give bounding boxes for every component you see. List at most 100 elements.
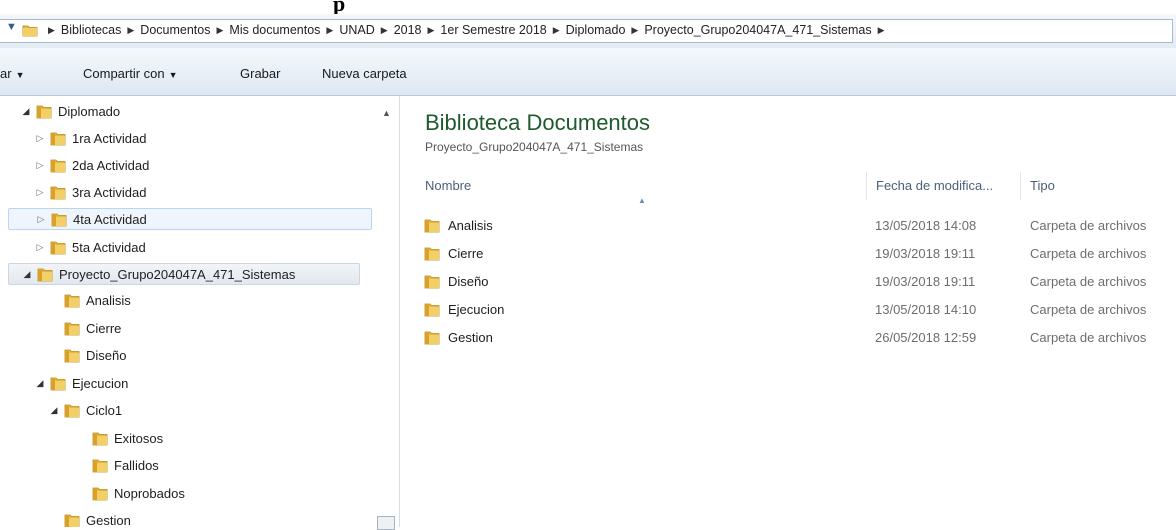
collapsed-arrow-icon[interactable]: ▷ bbox=[34, 187, 46, 198]
column-header-type[interactable]: Tipo bbox=[1030, 178, 1055, 193]
folder-icon bbox=[51, 213, 67, 226]
folder-icon bbox=[50, 241, 66, 254]
tree-item-exitosos[interactable]: Exitosos bbox=[76, 427, 163, 449]
file-type: Carpeta de archivos bbox=[1030, 330, 1147, 345]
organize-menu[interactable]: ar ▼ bbox=[0, 66, 24, 81]
expanded-arrow-icon[interactable]: ◢ bbox=[34, 378, 46, 389]
file-name-cell: Cierre bbox=[424, 246, 483, 261]
tree-item-5ta-actividad[interactable]: ▷ 5ta Actividad bbox=[34, 236, 146, 258]
chevron-down-icon: ▼ bbox=[15, 70, 25, 80]
breadcrumb-item[interactable]: UNAD bbox=[339, 23, 374, 37]
column-divider[interactable] bbox=[1020, 172, 1021, 200]
tree-item-ejecucion[interactable]: ◢ Ejecucion bbox=[34, 372, 129, 394]
column-header-date[interactable]: Fecha de modifica... bbox=[876, 178, 993, 193]
cropped-heading-glyph: p bbox=[333, 0, 346, 14]
folder-icon bbox=[92, 487, 108, 500]
breadcrumb-separator-icon[interactable]: ▶ bbox=[428, 25, 435, 36]
tree-item-label: Diseño bbox=[86, 347, 127, 363]
tree-item-2da-actividad[interactable]: ▷ 2da Actividad bbox=[34, 154, 150, 176]
tree-item-analisis[interactable]: Analisis bbox=[48, 289, 131, 311]
breadcrumb-separator-icon[interactable]: ▶ bbox=[553, 25, 560, 36]
column-header-name[interactable]: Nombre bbox=[425, 178, 471, 193]
file-row[interactable]: Ejecucion 13/05/2018 14:10 Carpeta de arch… bbox=[420, 299, 1176, 321]
nav-arrow-icon[interactable]: ▼ bbox=[6, 21, 17, 33]
file-row[interactable]: Cierre 19/03/2018 19:11 Carpeta de archivo… bbox=[420, 243, 1176, 265]
file-name-cell: Gestion bbox=[424, 330, 493, 345]
folder-icon bbox=[50, 159, 66, 172]
file-date: 26/05/2018 12:59 bbox=[875, 330, 977, 345]
file-name: Ejecucion bbox=[448, 302, 505, 317]
breadcrumb-item[interactable]: Diplomado bbox=[566, 23, 626, 37]
breadcrumb-item[interactable]: Bibliotecas bbox=[61, 23, 121, 37]
tree-item-noprobados[interactable]: Noprobados bbox=[76, 482, 185, 504]
file-row[interactable]: Analisis 13/05/2018 14:08 Carpeta de archi… bbox=[420, 215, 1176, 237]
navigation-pane[interactable]: ◢ Diplomado ▷ 1ra Actividad ▷ 2da Actividad ▷ 3… bbox=[0, 96, 400, 527]
breadcrumb-item[interactable]: Proyecto_Grupo204047A_471_Sistemas bbox=[644, 23, 871, 37]
scroll-thumb[interactable] bbox=[377, 516, 395, 530]
tree-item-label: Cierre bbox=[86, 320, 122, 336]
file-name-cell: Ejecucion bbox=[424, 302, 504, 317]
breadcrumb[interactable]: ▼ ▶ Bibliotecas ▶ Documentos ▶ Mis documentos… bbox=[0, 19, 1173, 43]
folder-icon bbox=[424, 303, 440, 317]
breadcrumb-separator-icon[interactable]: ▶ bbox=[878, 25, 885, 36]
tree-item-label: 1ra Actividad bbox=[72, 130, 147, 146]
breadcrumb-separator-icon[interactable]: ▶ bbox=[381, 25, 388, 36]
expanded-arrow-icon[interactable]: ◢ bbox=[21, 269, 33, 280]
tree-item-label: 2da Actividad bbox=[72, 157, 150, 173]
tree-item-label: Noprobados bbox=[114, 485, 185, 501]
burn-button[interactable]: Grabar bbox=[240, 66, 280, 81]
expanded-arrow-icon[interactable]: ◢ bbox=[20, 106, 32, 117]
breadcrumb-separator-icon[interactable]: ▶ bbox=[631, 25, 638, 36]
tree-item-3ra-actividad[interactable]: ▷ 3ra Actividad bbox=[34, 181, 147, 203]
file-name: Gestion bbox=[448, 330, 493, 345]
column-divider[interactable] bbox=[866, 172, 867, 200]
breadcrumb-item[interactable]: Mis documentos bbox=[229, 23, 320, 37]
file-row[interactable]: Gestion 26/05/2018 12:59 Carpeta de archiv… bbox=[420, 327, 1176, 349]
tree-item-label: Gestion bbox=[86, 512, 131, 528]
breadcrumb-separator-icon[interactable]: ▶ bbox=[216, 25, 223, 36]
tree-item-proyecto-grupo204047a-471-sistemas[interactable]: ◢ Proyecto_Grupo204047A_471_Sistemas bbox=[8, 263, 360, 285]
folder-icon bbox=[37, 268, 53, 281]
file-name-cell: Analisis bbox=[424, 218, 493, 233]
breadcrumb-item[interactable]: 1er Semestre 2018 bbox=[440, 23, 546, 37]
tree-item-label: Analisis bbox=[86, 292, 131, 308]
tree-item-1ra-actividad[interactable]: ▷ 1ra Actividad bbox=[34, 127, 147, 149]
address-bar: ▼ ▶ Bibliotecas ▶ Documentos ▶ Mis documentos… bbox=[0, 14, 1176, 49]
share-label: Compartir con bbox=[83, 66, 165, 81]
collapsed-arrow-icon[interactable]: ▷ bbox=[34, 160, 46, 171]
tree-item-gestion[interactable]: Gestion bbox=[48, 509, 131, 527]
breadcrumb-separator-icon[interactable]: ▶ bbox=[326, 25, 333, 36]
breadcrumb-separator-icon[interactable]: ▶ bbox=[48, 25, 55, 36]
collapsed-arrow-icon[interactable]: ▷ bbox=[35, 214, 47, 225]
file-list-pane: Biblioteca Documentos Proyecto_Grupo2040… bbox=[400, 96, 1176, 527]
file-row[interactable]: Diseño 19/03/2018 19:11 Carpeta de archivo… bbox=[420, 271, 1176, 293]
tree-item-fallidos[interactable]: Fallidos bbox=[76, 454, 159, 476]
tree-item-label: 3ra Actividad bbox=[72, 184, 147, 200]
breadcrumb-item[interactable]: 2018 bbox=[394, 23, 422, 37]
nav-scrollbar[interactable]: ▲ bbox=[373, 96, 399, 530]
tree-item-label: Proyecto_Grupo204047A_471_Sistemas bbox=[59, 266, 296, 282]
tree-item-dise-o[interactable]: Diseño bbox=[48, 344, 126, 366]
file-date: 13/05/2018 14:08 bbox=[875, 218, 977, 233]
new-folder-button[interactable]: Nueva carpeta bbox=[322, 66, 407, 81]
expanded-arrow-icon[interactable]: ◢ bbox=[48, 405, 60, 416]
tree-item-4ta-actividad[interactable]: ▷ 4ta Actividad bbox=[8, 208, 372, 230]
folder-icon bbox=[424, 275, 440, 289]
scroll-up-icon[interactable]: ▲ bbox=[382, 108, 391, 118]
breadcrumb-separator-icon[interactable]: ▶ bbox=[127, 25, 134, 36]
tree-item-cierre[interactable]: Cierre bbox=[48, 317, 121, 339]
folder-icon bbox=[424, 219, 440, 233]
collapsed-arrow-icon[interactable]: ▷ bbox=[34, 242, 46, 253]
cropped-heading: p bbox=[0, 0, 1176, 14]
folder-icon bbox=[64, 404, 80, 417]
folder-icon bbox=[64, 514, 80, 527]
breadcrumb-item[interactable]: Documentos bbox=[140, 23, 210, 37]
organize-label: ar bbox=[0, 66, 12, 81]
share-with-menu[interactable]: Compartir con ▼ bbox=[83, 66, 178, 81]
folder-icon bbox=[92, 432, 108, 445]
folder-icon bbox=[50, 132, 66, 145]
file-type: Carpeta de archivos bbox=[1030, 246, 1147, 261]
tree-item-ciclo1[interactable]: ◢ Ciclo1 bbox=[48, 399, 123, 421]
tree-item-diplomado[interactable]: ◢ Diplomado bbox=[20, 100, 121, 122]
collapsed-arrow-icon[interactable]: ▷ bbox=[34, 133, 46, 144]
